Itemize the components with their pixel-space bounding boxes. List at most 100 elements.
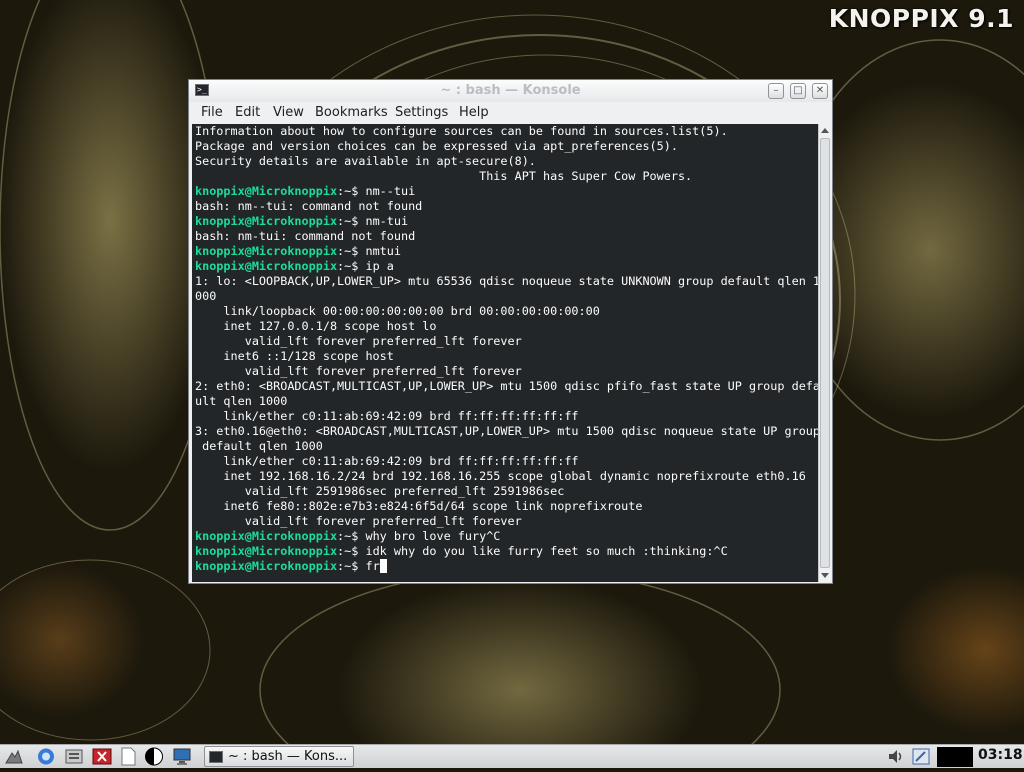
browser-icon[interactable] [36,747,56,766]
command-text: nmtui [365,244,401,258]
output-text: inet 127.0.0.1/8 scope host lo [195,319,437,333]
terminal-line: knoppix@Microknoppix:~$ why bro love fur… [195,529,501,543]
shell-prompt: knoppix@Microknoppix [195,214,338,228]
terminal-line: default qlen 1000 [195,439,818,454]
output-text: Security details are available in apt-se… [195,154,536,168]
shell-prompt: knoppix@Microknoppix [195,259,338,273]
terminal-line: knoppix@Microknoppix:~$ nm--tui [195,184,416,198]
terminal-line: 3: eth0.16@eth0: <BROADCAST,MULTICAST,UP… [195,424,818,439]
command-text: fr [365,559,380,573]
terminal-line: valid_lft forever preferred_lft forever [195,334,818,349]
terminal-line: inet 192.168.16.2/24 brd 192.168.16.255 … [195,469,818,484]
monitor-icon[interactable] [172,747,192,766]
terminal-line: link/ether c0:11:ab:69:42:09 brd ff:ff:f… [195,409,818,424]
terminal-output[interactable]: Information about how to configure sourc… [192,124,818,582]
output-text: link/ether c0:11:ab:69:42:09 brd ff:ff:f… [195,409,579,423]
terminal-line: knoppix@Microknoppix:~$ nmtui [195,244,401,258]
output-text: bash: nm-tui: command not found [195,229,416,243]
output-text: valid_lft forever preferred_lft forever [195,514,522,528]
terminal-line: 2: eth0: <BROADCAST,MULTICAST,UP,LOWER_U… [195,379,818,394]
terminal-line: valid_lft forever preferred_lft forever [195,514,818,529]
output-text: valid_lft 2591986sec preferred_lft 25919… [195,484,565,498]
terminal-line: valid_lft forever preferred_lft forever [195,364,818,379]
terminal-line: 000 [195,289,818,304]
clock[interactable]: 03:18 [978,747,1023,763]
output-text: ult qlen 1000 [195,394,288,408]
output-text: 2: eth0: <BROADCAST,MULTICAST,UP,LOWER_U… [195,379,818,393]
terminal-line: valid_lft 2591986sec preferred_lft 25919… [195,484,818,499]
shell-prompt: knoppix@Microknoppix [195,544,338,558]
shell-prompt: knoppix@Microknoppix [195,529,338,543]
menu-bookmarks[interactable]: Bookmarks [315,105,388,120]
output-text: link/ether c0:11:ab:69:42:09 brd ff:ff:f… [195,454,579,468]
contrast-icon[interactable] [144,747,164,766]
minimize-icon[interactable]: – [768,83,784,99]
knoppix-brand-label: KNOPPIX 9.1 [828,4,1014,33]
terminal-line: knoppix@Microknoppix:~$ ip a [195,259,394,273]
command-text: nm--tui [365,184,416,198]
command-text: why bro love fury^C [365,529,501,543]
terminal-scrollbar[interactable] [818,124,831,582]
terminal-line: bash: nm-tui: command not found [195,229,818,244]
volume-icon[interactable] [886,747,906,766]
taskbar-task-label: ~ : bash — Kons... [228,749,348,764]
menu-view[interactable]: View [273,105,304,120]
terminal-line: knoppix@Microknoppix:~$ idk why do you l… [195,544,728,558]
output-text: inet 192.168.16.2/24 brd 192.168.16.255 … [195,469,806,483]
output-text: link/loopback 00:00:00:00:00:00 brd 00:0… [195,304,600,318]
menu-edit[interactable]: Edit [235,105,260,120]
menu-bar: File Edit View Bookmarks Settings Help [189,102,832,124]
menu-file[interactable]: File [201,105,223,120]
terminal-line: inet 127.0.0.1/8 scope host lo [195,319,818,334]
output-text: default qlen 1000 [195,439,323,453]
window-title: ~ : bash — Konsole [440,83,581,98]
output-text: Information about how to configure sourc… [195,124,728,138]
menu-settings[interactable]: Settings [395,105,448,120]
output-text: 3: eth0.16@eth0: <BROADCAST,MULTICAST,UP… [195,424,818,438]
terminal-line: ult qlen 1000 [195,394,818,409]
terminal-line: 1: lo: <LOOPBACK,UP,LOWER_UP> mtu 65536 … [195,274,818,289]
network-icon[interactable] [911,747,931,766]
menu-icon[interactable] [4,747,24,766]
output-text: bash: nm--tui: command not found [195,199,423,213]
terminal-line: knoppix@Microknoppix:~$ nm-tui [195,214,409,228]
window-titlebar[interactable]: >_ ~ : bash — Konsole – □ ✕ [189,80,832,102]
shell-prompt: knoppix@Microknoppix [195,559,338,573]
terminal-line: Information about how to configure sourc… [195,124,818,139]
terminal-line: link/ether c0:11:ab:69:42:09 brd ff:ff:f… [195,454,818,469]
taskbar: ~ : bash — Kons... 03:18 [0,744,1024,768]
terminal-line: This APT has Super Cow Powers. [195,169,818,184]
maximize-icon[interactable]: □ [790,83,806,99]
terminal-text[interactable]: Information about how to configure sourc… [192,124,818,574]
terminal-cursor [379,559,387,573]
scrollbar-thumb[interactable] [820,138,830,568]
shell-prompt: knoppix@Microknoppix [195,184,338,198]
output-text: inet6 ::1/128 scope host [195,349,394,363]
close-icon[interactable]: ✕ [812,83,828,99]
output-text: 000 [195,289,217,303]
konsole-window[interactable]: >_ ~ : bash — Konsole – □ ✕ File Edit Vi… [188,79,833,584]
taskbar-konsole-button[interactable]: ~ : bash — Kons... [204,746,354,767]
output-text: This APT has Super Cow Powers. [195,169,693,183]
terminal-line: inet6 fe80::802e:e7b3:e824:6f5d/64 scope… [195,499,818,514]
terminal-line: knoppix@Microknoppix:~$ fr [195,559,818,574]
terminal-line: Package and version choices can be expre… [195,139,818,154]
file-manager-icon[interactable] [64,747,84,766]
terminal-line: link/loopback 00:00:00:00:00:00 brd 00:0… [195,304,818,319]
media-icon[interactable] [92,747,112,766]
terminal-line: inet6 ::1/128 scope host [195,349,818,364]
scroll-up-icon[interactable] [821,128,829,133]
tray-indicator [937,747,973,767]
command-text: ip a [365,259,394,273]
output-text: 1: lo: <LOOPBACK,UP,LOWER_UP> mtu 65536 … [195,274,818,288]
output-text: valid_lft forever preferred_lft forever [195,364,522,378]
terminal-line: bash: nm--tui: command not found [195,199,818,214]
command-text: nm-tui [365,214,409,228]
scroll-down-icon[interactable] [821,573,829,578]
menu-help[interactable]: Help [459,105,489,120]
command-text: idk why do you like furry feet so much :… [365,544,728,558]
document-icon[interactable] [118,747,138,766]
terminal-line: Security details are available in apt-se… [195,154,818,169]
output-text: inet6 fe80::802e:e7b3:e824:6f5d/64 scope… [195,499,643,513]
terminal-icon [209,751,223,763]
